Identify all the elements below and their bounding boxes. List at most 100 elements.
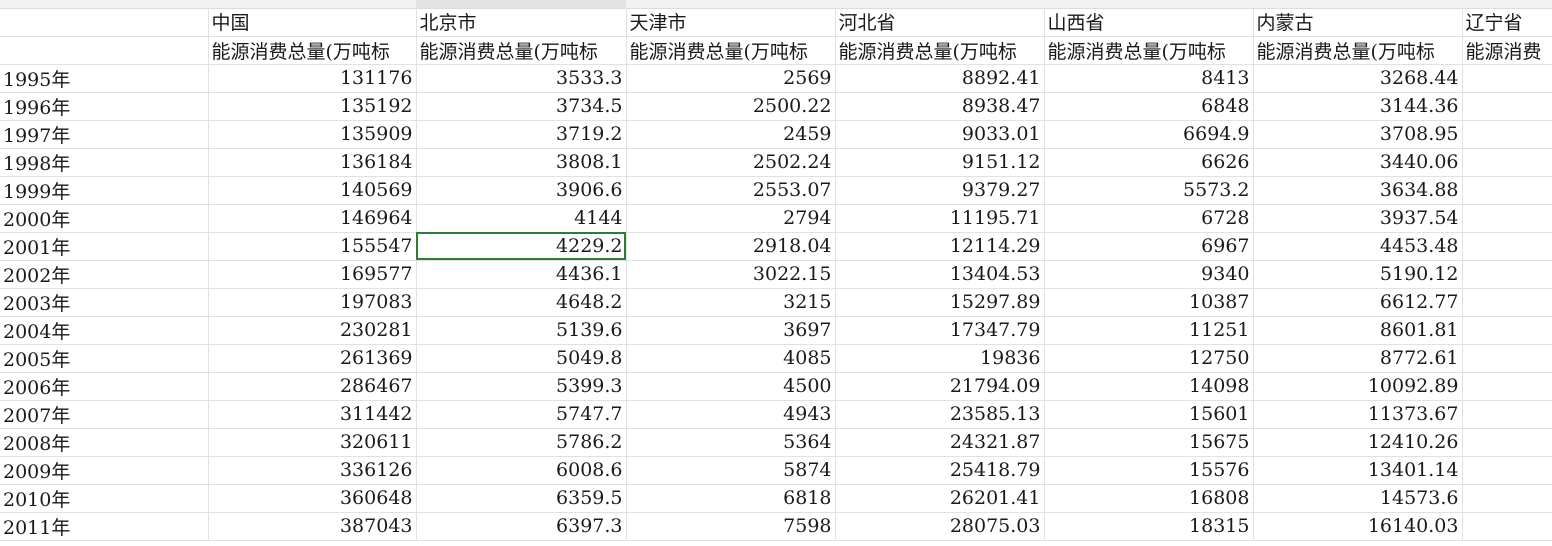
value-cell[interactable]: 4500 — [626, 372, 836, 401]
value-cell[interactable]: 2569 — [626, 64, 836, 93]
year-cell[interactable]: 1995年 — [0, 64, 209, 93]
value-cell[interactable]: 5364 — [626, 428, 836, 457]
value-cell[interactable]: 6626 — [1044, 148, 1254, 177]
value-cell[interactable]: 21794.09 — [835, 372, 1045, 401]
value-cell[interactable]: 6848 — [1044, 92, 1254, 121]
year-cell[interactable]: 1998年 — [0, 148, 209, 177]
value-cell[interactable]: 6694.9 — [1044, 120, 1254, 149]
value-cell[interactable]: 3697 — [626, 316, 836, 345]
empty-cell[interactable] — [1462, 344, 1552, 373]
value-cell[interactable]: 3268.44 — [1253, 64, 1463, 93]
active-cell[interactable]: 4229.2 — [416, 232, 627, 261]
empty-cell[interactable] — [1462, 456, 1552, 485]
header-metric-cell[interactable]: 能源消费总量(万吨标 — [416, 36, 627, 65]
header-region-cell[interactable]: 内蒙古 — [1253, 8, 1463, 37]
year-cell[interactable]: 2009年 — [0, 456, 209, 485]
empty-cell[interactable] — [1462, 204, 1552, 233]
year-cell[interactable]: 1996年 — [0, 92, 209, 121]
empty-cell[interactable] — [1462, 288, 1552, 317]
value-cell[interactable]: 131176 — [208, 64, 417, 93]
value-cell[interactable]: 15576 — [1044, 456, 1254, 485]
value-cell[interactable]: 6728 — [1044, 204, 1254, 233]
value-cell[interactable]: 261369 — [208, 344, 417, 373]
empty-cell[interactable] — [1462, 484, 1552, 513]
value-cell[interactable]: 5139.6 — [416, 316, 627, 345]
empty-cell[interactable] — [1462, 92, 1552, 121]
value-cell[interactable]: 7598 — [626, 512, 836, 541]
year-cell[interactable]: 2001年 — [0, 232, 209, 261]
value-cell[interactable]: 6967 — [1044, 232, 1254, 261]
year-cell[interactable]: 2006年 — [0, 372, 209, 401]
value-cell[interactable]: 18315 — [1044, 512, 1254, 541]
value-cell[interactable]: 12114.29 — [835, 232, 1045, 261]
year-cell[interactable]: 2010年 — [0, 484, 209, 513]
empty-cell[interactable] — [1462, 316, 1552, 345]
value-cell[interactable]: 135909 — [208, 120, 417, 149]
value-cell[interactable]: 336126 — [208, 456, 417, 485]
value-cell[interactable]: 3215 — [626, 288, 836, 317]
value-cell[interactable]: 15675 — [1044, 428, 1254, 457]
value-cell[interactable]: 26201.41 — [835, 484, 1045, 513]
header-region-cell[interactable]: 河北省 — [835, 8, 1045, 37]
value-cell[interactable]: 3719.2 — [416, 120, 627, 149]
value-cell[interactable]: 5049.8 — [416, 344, 627, 373]
value-cell[interactable]: 3937.54 — [1253, 204, 1463, 233]
value-cell[interactable]: 3533.3 — [416, 64, 627, 93]
value-cell[interactable]: 135192 — [208, 92, 417, 121]
empty-cell[interactable] — [1462, 64, 1552, 93]
value-cell[interactable]: 8892.41 — [835, 64, 1045, 93]
value-cell[interactable]: 5190.12 — [1253, 260, 1463, 289]
value-cell[interactable]: 6008.6 — [416, 456, 627, 485]
value-cell[interactable]: 140569 — [208, 176, 417, 205]
value-cell[interactable]: 25418.79 — [835, 456, 1045, 485]
value-cell[interactable]: 8938.47 — [835, 92, 1045, 121]
value-cell[interactable]: 6359.5 — [416, 484, 627, 513]
value-cell[interactable]: 8772.61 — [1253, 344, 1463, 373]
value-cell[interactable]: 8413 — [1044, 64, 1254, 93]
value-cell[interactable]: 311442 — [208, 400, 417, 429]
empty-cell[interactable] — [1462, 512, 1552, 541]
header-region-cell[interactable]: 北京市 — [416, 8, 627, 37]
value-cell[interactable]: 197083 — [208, 288, 417, 317]
year-cell[interactable]: 2003年 — [0, 288, 209, 317]
value-cell[interactable]: 4436.1 — [416, 260, 627, 289]
value-cell[interactable]: 11251 — [1044, 316, 1254, 345]
header-metric-cell[interactable]: 能源消费总量(万吨标 — [1253, 36, 1463, 65]
value-cell[interactable]: 10092.89 — [1253, 372, 1463, 401]
year-cell[interactable]: 2007年 — [0, 400, 209, 429]
empty-cell[interactable] — [1462, 428, 1552, 457]
value-cell[interactable]: 3144.36 — [1253, 92, 1463, 121]
empty-cell[interactable] — [1462, 232, 1552, 261]
value-cell[interactable]: 5573.2 — [1044, 176, 1254, 205]
value-cell[interactable]: 8601.81 — [1253, 316, 1463, 345]
value-cell[interactable]: 3734.5 — [416, 92, 627, 121]
value-cell[interactable]: 24321.87 — [835, 428, 1045, 457]
value-cell[interactable]: 136184 — [208, 148, 417, 177]
header-metric-cell[interactable]: 能源消费总量(万吨标 — [626, 36, 836, 65]
empty-cell[interactable] — [1462, 260, 1552, 289]
value-cell[interactable]: 230281 — [208, 316, 417, 345]
value-cell[interactable]: 16140.03 — [1253, 512, 1463, 541]
value-cell[interactable]: 12410.26 — [1253, 428, 1463, 457]
value-cell[interactable]: 3708.95 — [1253, 120, 1463, 149]
header-region-cell[interactable]: 中国 — [208, 8, 417, 37]
value-cell[interactable]: 5786.2 — [416, 428, 627, 457]
empty-cell[interactable] — [1462, 176, 1552, 205]
year-cell[interactable]: 2004年 — [0, 316, 209, 345]
value-cell[interactable]: 12750 — [1044, 344, 1254, 373]
value-cell[interactable]: 5747.7 — [416, 400, 627, 429]
value-cell[interactable]: 2918.04 — [626, 232, 836, 261]
value-cell[interactable]: 9340 — [1044, 260, 1254, 289]
value-cell[interactable]: 9033.01 — [835, 120, 1045, 149]
year-cell[interactable]: 2011年 — [0, 512, 209, 541]
value-cell[interactable]: 286467 — [208, 372, 417, 401]
value-cell[interactable]: 146964 — [208, 204, 417, 233]
value-cell[interactable]: 4144 — [416, 204, 627, 233]
value-cell[interactable]: 11373.67 — [1253, 400, 1463, 429]
value-cell[interactable]: 2794 — [626, 204, 836, 233]
value-cell[interactable]: 23585.13 — [835, 400, 1045, 429]
value-cell[interactable]: 9379.27 — [835, 176, 1045, 205]
value-cell[interactable]: 28075.03 — [835, 512, 1045, 541]
value-cell[interactable]: 6397.3 — [416, 512, 627, 541]
value-cell[interactable]: 4085 — [626, 344, 836, 373]
